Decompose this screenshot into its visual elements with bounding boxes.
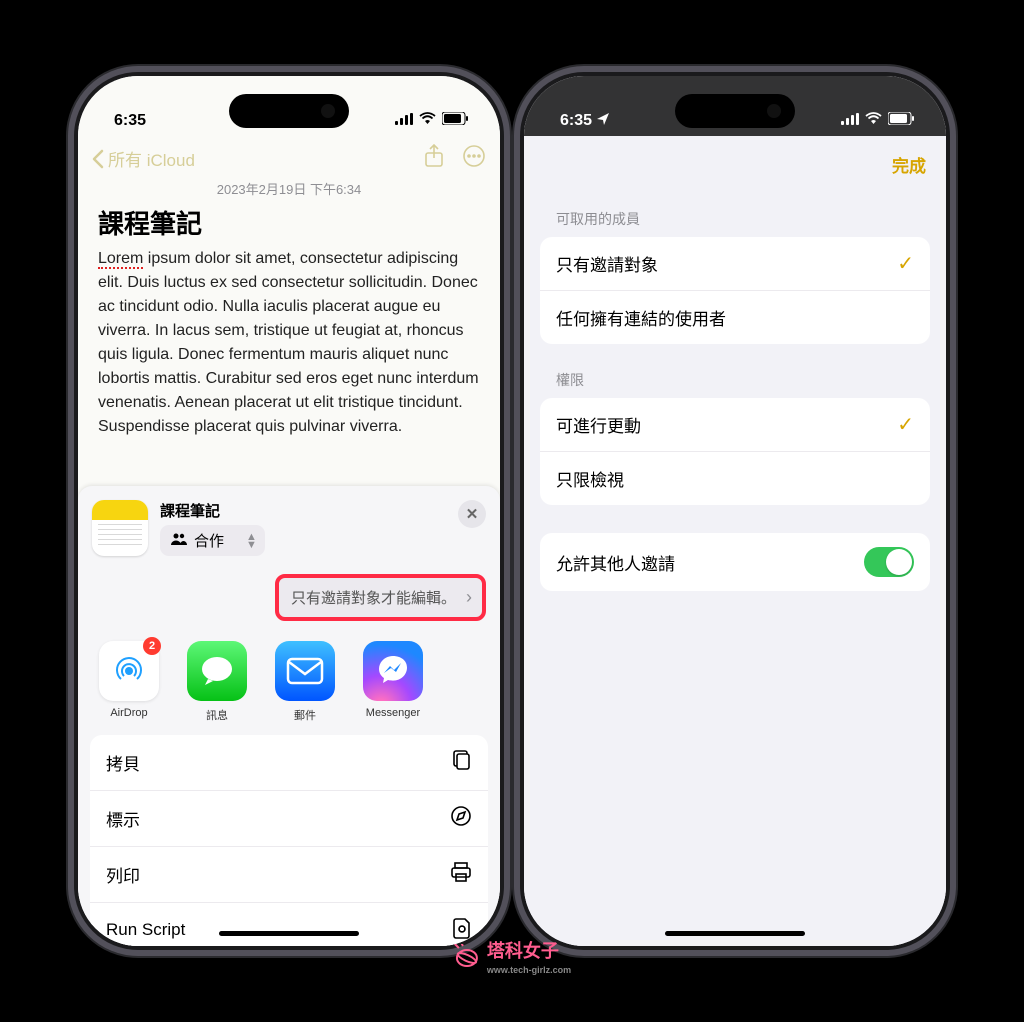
option-can-edit[interactable]: 可進行更動 ✓ xyxy=(540,398,930,452)
options-sheet: 完成 可取用的成員 只有邀請對象 ✓ 任何擁有連結的使用者 權限 可進行更動 ✓ xyxy=(524,138,946,946)
allow-invite-group: 允許其他人邀請 xyxy=(540,533,930,591)
chevron-left-icon xyxy=(92,149,104,169)
battery-icon xyxy=(888,112,914,130)
share-actions-list: 拷貝 標示 列印 Ru xyxy=(90,735,488,946)
watermark-brand: 塔科女子 xyxy=(487,937,571,963)
option-anyone-with-link[interactable]: 任何擁有連結的使用者 xyxy=(540,291,930,344)
action-markup[interactable]: 標示 xyxy=(90,791,488,847)
nav-bar: 所有 iCloud xyxy=(78,136,500,177)
permission-label: 只有邀請對象才能編輯。 xyxy=(291,587,456,608)
option-invite-only[interactable]: 只有邀請對象 ✓ xyxy=(540,237,930,291)
cell-label: 允許其他人邀請 xyxy=(556,550,675,575)
collab-dropdown[interactable]: 合作 ▲▼ xyxy=(160,525,265,556)
updown-icon: ▲▼ xyxy=(246,533,257,549)
signal-icon xyxy=(395,112,413,130)
print-icon xyxy=(450,861,472,888)
back-label: 所有 iCloud xyxy=(108,146,195,171)
cell-label: 任何擁有連結的使用者 xyxy=(556,305,726,330)
people-icon xyxy=(170,532,188,550)
share-app-airdrop[interactable]: 2 AirDrop xyxy=(96,641,162,719)
more-icon[interactable] xyxy=(462,144,486,173)
note-title: 課程筆記 xyxy=(78,204,500,247)
close-button[interactable]: ✕ xyxy=(458,500,486,528)
action-label: 列印 xyxy=(106,862,140,887)
action-label: Run Script xyxy=(106,920,185,940)
airdrop-icon xyxy=(109,651,149,691)
app-label: Messenger xyxy=(360,707,426,719)
wifi-icon xyxy=(419,112,436,130)
action-print[interactable]: 列印 xyxy=(90,847,488,903)
permission-group: 可進行更動 ✓ 只限檢視 xyxy=(540,398,930,505)
dynamic-island xyxy=(229,94,349,128)
messages-icon xyxy=(198,653,236,689)
app-label: AirDrop xyxy=(96,707,162,719)
switch-allow-invite[interactable] xyxy=(864,547,914,577)
share-app-messages[interactable]: 訊息 xyxy=(184,641,250,719)
action-run-script[interactable]: Run Script xyxy=(90,903,488,946)
dynamic-island xyxy=(675,94,795,128)
note-date: 2023年2月19日 下午6:34 xyxy=(78,177,500,204)
note-body[interactable]: Lorem ipsum dolor sit amet, consectetur … xyxy=(78,247,500,439)
chevron-right-icon: › xyxy=(466,587,472,608)
location-icon xyxy=(597,112,609,130)
allow-others-invite[interactable]: 允許其他人邀請 xyxy=(540,533,930,591)
markup-icon xyxy=(450,805,472,832)
mail-icon xyxy=(286,657,324,685)
phone-right: 6:35 完成 可取用的成員 xyxy=(524,76,946,946)
section-header-permission: 權限 xyxy=(524,344,946,398)
section-header-members: 可取用的成員 xyxy=(524,183,946,237)
copy-icon xyxy=(452,749,472,776)
app-label: 郵件 xyxy=(272,707,338,723)
check-icon: ✓ xyxy=(897,412,914,437)
collab-label: 合作 xyxy=(194,530,224,551)
home-indicator xyxy=(665,931,805,936)
home-indicator xyxy=(219,931,359,936)
app-label: 訊息 xyxy=(184,707,250,723)
wifi-icon xyxy=(865,112,882,130)
action-copy[interactable]: 拷貝 xyxy=(90,735,488,791)
note-body-err: Lorem xyxy=(98,250,143,269)
signal-icon xyxy=(841,112,859,130)
watermark-url: www.tech-girlz.com xyxy=(487,965,571,975)
share-title: 課程筆記 xyxy=(160,500,446,521)
cell-label: 只有邀請對象 xyxy=(556,251,658,276)
messenger-icon xyxy=(375,653,411,689)
battery-icon xyxy=(442,112,468,130)
back-button[interactable]: 所有 iCloud xyxy=(92,146,195,171)
phone-left: 6:35 所有 iCloud xyxy=(78,76,500,946)
done-button[interactable]: 完成 xyxy=(892,152,926,177)
permission-control[interactable]: 只有邀請對象才能編輯。 › xyxy=(275,574,486,621)
members-group: 只有邀請對象 ✓ 任何擁有連結的使用者 xyxy=(540,237,930,344)
status-time: 6:35 xyxy=(114,112,146,130)
share-app-mail[interactable]: 郵件 xyxy=(272,641,338,719)
watermark-icon xyxy=(453,944,481,968)
share-apps-row: 2 AirDrop 訊息 xyxy=(78,621,500,729)
airdrop-badge: 2 xyxy=(143,637,161,655)
close-icon: ✕ xyxy=(466,505,479,523)
action-label: 標示 xyxy=(106,806,140,831)
watermark: 塔科女子 www.tech-girlz.com xyxy=(453,937,571,975)
notes-app-icon xyxy=(92,500,148,556)
share-icon[interactable] xyxy=(424,144,444,173)
action-label: 拷貝 xyxy=(106,750,140,775)
note-body-rest: ipsum dolor sit amet, consectetur adipis… xyxy=(98,250,479,435)
cell-label: 可進行更動 xyxy=(556,412,641,437)
cell-label: 只限檢視 xyxy=(556,466,624,491)
option-view-only[interactable]: 只限檢視 xyxy=(540,452,930,505)
share-sheet: 課程筆記 合作 ▲▼ ✕ 只有邀請對象才能編輯。 xyxy=(78,486,500,946)
check-icon: ✓ xyxy=(897,251,914,276)
share-app-messenger[interactable]: Messenger xyxy=(360,641,426,719)
status-time: 6:35 xyxy=(560,112,592,130)
